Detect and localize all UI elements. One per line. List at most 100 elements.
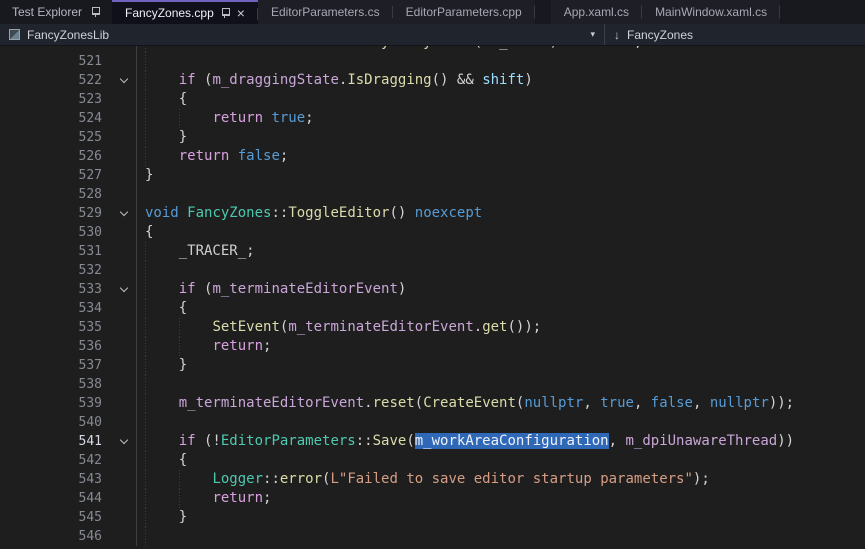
code-line[interactable]: 521: [0, 52, 865, 71]
code-text[interactable]: void FancyZones::ToggleEditor() noexcept: [136, 204, 865, 223]
fold-chevron-icon[interactable]: [120, 75, 128, 83]
line-number[interactable]: 526: [0, 147, 112, 166]
line-number[interactable]: 536: [0, 337, 112, 356]
line-number[interactable]: 523: [0, 90, 112, 109]
code-text[interactable]: return;: [136, 489, 865, 508]
code-line[interactable]: 534 {: [0, 299, 865, 318]
code-text[interactable]: if (m_draggingState.IsDragging() && shif…: [136, 71, 865, 90]
code-line[interactable]: 525 }: [0, 128, 865, 147]
code-line[interactable]: 545 }: [0, 508, 865, 527]
code-line[interactable]: 533 if (m_terminateEditorEvent): [0, 280, 865, 299]
code-line[interactable]: 523 {: [0, 90, 865, 109]
line-number[interactable]: 541: [0, 432, 112, 451]
code-line[interactable]: 527}: [0, 166, 865, 185]
code-line[interactable]: 539 m_terminateEditorEvent.reset(CreateE…: [0, 394, 865, 413]
fold-chevron-icon[interactable]: [120, 208, 128, 216]
code-line[interactable]: 529 void FancyZones::ToggleEditor() noexc…: [0, 204, 865, 223]
code-line[interactable]: 532: [0, 261, 865, 280]
line-number[interactable]: 535: [0, 318, 112, 337]
fold-margin[interactable]: [112, 204, 136, 223]
line-number[interactable]: 543: [0, 470, 112, 489]
code-line[interactable]: 537 }: [0, 356, 865, 375]
line-number[interactable]: 537: [0, 356, 112, 375]
fold-margin[interactable]: [112, 71, 136, 90]
code-text[interactable]: m_terminateEditorEvent.reset(CreateEvent…: [136, 394, 865, 413]
code-text[interactable]: {: [136, 451, 865, 470]
chevron-down-icon[interactable]: ▾: [590, 29, 595, 40]
code-text[interactable]: [136, 52, 865, 71]
line-number[interactable]: 533: [0, 280, 112, 299]
line-number[interactable]: 540: [0, 413, 112, 432]
pin-icon[interactable]: [90, 6, 100, 18]
tab-EditorParameters.cs[interactable]: EditorParameters.cs: [258, 0, 393, 24]
line-number[interactable]: 528: [0, 185, 112, 204]
code-line[interactable]: 535 SetEvent(m_terminateEditorEvent.get(…: [0, 318, 865, 337]
code-text[interactable]: [136, 261, 865, 280]
line-number[interactable]: 542: [0, 451, 112, 470]
code-line[interactable]: 524 return true;: [0, 109, 865, 128]
code-line[interactable]: 543 Logger::error(L"Failed to save edito…: [0, 470, 865, 489]
line-number[interactable]: 534: [0, 299, 112, 318]
code-text[interactable]: {: [136, 90, 865, 109]
code-line[interactable]: 546: [0, 527, 865, 546]
code-text[interactable]: if (m_terminateEditorEvent): [136, 280, 865, 299]
code-editor[interactable]: 520 const bool shift = GetAsyncKeyState(…: [0, 46, 865, 549]
code-text[interactable]: {: [136, 223, 865, 242]
code-text[interactable]: }: [136, 128, 865, 147]
code-text[interactable]: if (!EditorParameters::Save(m_workAreaCo…: [136, 432, 865, 451]
line-number[interactable]: 545: [0, 508, 112, 527]
line-number[interactable]: 530: [0, 223, 112, 242]
line-number[interactable]: 525: [0, 128, 112, 147]
line-number[interactable]: 532: [0, 261, 112, 280]
tab-MainWindow.xaml.cs[interactable]: MainWindow.xaml.cs: [642, 0, 780, 24]
code-text[interactable]: [136, 185, 865, 204]
fold-chevron-icon[interactable]: [120, 284, 128, 292]
close-icon[interactable]: ×: [237, 6, 245, 20]
code-text[interactable]: return;: [136, 337, 865, 356]
line-number[interactable]: 521: [0, 52, 112, 71]
code-line[interactable]: 541 if (!EditorParameters::Save(m_workAr…: [0, 432, 865, 451]
tab-EditorParameters.cpp[interactable]: EditorParameters.cpp: [393, 0, 535, 24]
code-line[interactable]: 528: [0, 185, 865, 204]
code-text[interactable]: [136, 413, 865, 432]
scope-dropdown[interactable]: ↓ FancyZones: [605, 24, 702, 45]
line-number[interactable]: 544: [0, 489, 112, 508]
line-number[interactable]: 538: [0, 375, 112, 394]
code-text[interactable]: {: [136, 299, 865, 318]
code-line[interactable]: 536 return;: [0, 337, 865, 356]
code-line[interactable]: 522 if (m_draggingState.IsDragging() && …: [0, 71, 865, 90]
line-number[interactable]: 524: [0, 109, 112, 128]
tab-App.xaml.cs[interactable]: App.xaml.cs: [551, 0, 642, 24]
line-number[interactable]: 522: [0, 71, 112, 90]
code-text[interactable]: return false;: [136, 147, 865, 166]
line-number[interactable]: 529: [0, 204, 112, 223]
code-text[interactable]: [136, 375, 865, 394]
code-text[interactable]: _TRACER_;: [136, 242, 865, 261]
code-text[interactable]: }: [136, 356, 865, 375]
code-line[interactable]: 538: [0, 375, 865, 394]
pin-icon[interactable]: [220, 7, 230, 19]
code-text[interactable]: }: [136, 508, 865, 527]
code-line[interactable]: 544 return;: [0, 489, 865, 508]
fold-margin[interactable]: [112, 280, 136, 299]
line-number[interactable]: 527: [0, 166, 112, 185]
code-line[interactable]: 526 return false;: [0, 147, 865, 166]
line-number[interactable]: 539: [0, 394, 112, 413]
tab-FancyZones.cpp[interactable]: FancyZones.cpp×: [112, 0, 258, 24]
code-line[interactable]: 530 {: [0, 223, 865, 242]
code-line[interactable]: 540: [0, 413, 865, 432]
code-token: nullptr: [524, 395, 583, 411]
fold-margin[interactable]: [112, 432, 136, 451]
code-text[interactable]: [136, 527, 865, 546]
code-line[interactable]: 542 {: [0, 451, 865, 470]
code-text[interactable]: return true;: [136, 109, 865, 128]
fold-chevron-icon[interactable]: [120, 436, 128, 444]
line-number[interactable]: 531: [0, 242, 112, 261]
line-number[interactable]: 546: [0, 527, 112, 546]
code-text[interactable]: SetEvent(m_terminateEditorEvent.get());: [136, 318, 865, 337]
tab-test-explorer[interactable]: Test Explorer: [0, 0, 112, 24]
code-text[interactable]: }: [136, 166, 865, 185]
project-dropdown[interactable]: FancyZonesLib ▾: [0, 24, 604, 45]
code-line[interactable]: 531 _TRACER_;: [0, 242, 865, 261]
code-text[interactable]: Logger::error(L"Failed to save editor st…: [136, 470, 865, 489]
